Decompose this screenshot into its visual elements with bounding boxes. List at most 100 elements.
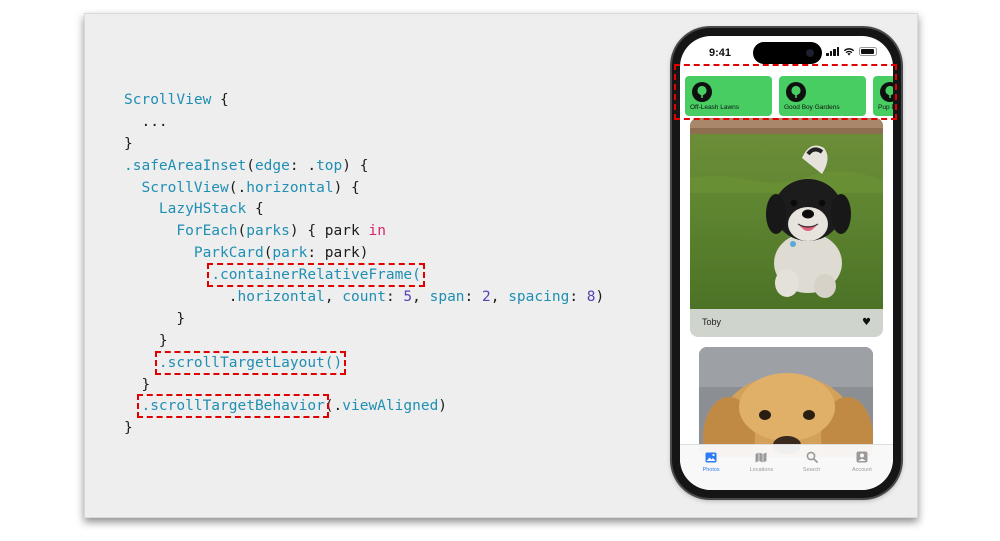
code-token: horizontal xyxy=(246,179,334,196)
search-icon xyxy=(788,450,836,464)
code-line: } xyxy=(124,375,604,397)
status-time: 9:41 xyxy=(709,47,732,59)
code-token: (. xyxy=(228,179,247,196)
code-token: ForEach xyxy=(176,223,238,240)
iphone-mockup: 9:41 Off-Leash Lawns Good Boy Gardens Pup … xyxy=(672,28,901,498)
tab-search[interactable]: Search xyxy=(788,450,836,490)
wifi-icon xyxy=(843,48,855,56)
heart-icon[interactable]: ♥ xyxy=(862,317,871,328)
code-line: ... xyxy=(124,112,604,134)
photo-name-label: Toby xyxy=(702,317,722,327)
tree-icon xyxy=(692,82,712,102)
code-line: .horizontal, count: 5, span: 2, spacing:… xyxy=(124,287,605,309)
battery-icon xyxy=(859,47,877,56)
code-token: , xyxy=(490,289,509,306)
tab-label: Locations xyxy=(749,467,774,473)
park-card[interactable]: Good Boy Gardens xyxy=(779,76,866,116)
code-token: , xyxy=(412,289,430,306)
code-token: ScrollView xyxy=(124,92,212,108)
park-cards-row[interactable]: Off-Leash Lawns Good Boy Gardens Pup Playg… xyxy=(685,72,893,120)
code-line: } xyxy=(124,418,604,440)
code-token: { xyxy=(211,92,229,108)
code-line: } xyxy=(124,331,604,353)
code-line: } xyxy=(124,309,604,331)
code-line: ScrollView(.horizontal) { xyxy=(124,178,604,200)
park-card-label: Pup Playgro xyxy=(878,104,893,111)
code-token: 2 xyxy=(482,289,491,306)
code-token: : . xyxy=(289,157,317,174)
code-token: ) { xyxy=(342,157,369,174)
code-line: LazyHStack { xyxy=(124,199,604,221)
code-token: edge xyxy=(254,157,290,174)
code-token: horizontal xyxy=(237,289,325,306)
code-token: { xyxy=(246,201,264,218)
code-token: span xyxy=(429,289,465,306)
code-line: .containerRelativeFrame( xyxy=(124,263,604,288)
tab-bar: Photos Locations Search Account xyxy=(680,444,893,490)
code-token: . xyxy=(124,289,238,306)
map-icon xyxy=(737,450,785,464)
code-token: , xyxy=(324,289,343,306)
dog-photo xyxy=(690,118,883,309)
code-token: top xyxy=(316,157,343,174)
photo-card-2[interactable] xyxy=(699,347,873,457)
code-token: ( xyxy=(246,157,255,174)
tab-locations[interactable]: Locations xyxy=(737,450,785,490)
code-token: viewAligned xyxy=(342,398,439,415)
tab-label: Search xyxy=(802,467,821,473)
golden-retriever-photo xyxy=(699,347,873,457)
cellular-signal-icon xyxy=(826,47,839,56)
code-line: .scrollTargetBehavior(.viewAligned) xyxy=(124,394,604,419)
code-token: : xyxy=(569,289,587,306)
park-card-label: Good Boy Gardens xyxy=(784,104,840,111)
code-line: ParkCard(park: park) xyxy=(124,243,604,265)
code-token: : xyxy=(464,289,482,306)
code-token: park xyxy=(272,245,308,262)
highlighted-code-token: .scrollTargetBehavior xyxy=(137,394,329,419)
status-bar: 9:41 xyxy=(680,36,893,72)
code-token: : park) xyxy=(307,245,369,262)
code-token: in xyxy=(368,223,386,240)
code-token: .safeAreaInset xyxy=(124,157,247,174)
tree-icon xyxy=(786,82,806,102)
highlighted-code-token: .containerRelativeFrame( xyxy=(207,263,425,288)
code-token: : xyxy=(385,289,404,306)
phone-screen: 9:41 Off-Leash Lawns Good Boy Gardens Pup … xyxy=(680,36,893,490)
code-token: ParkCard xyxy=(193,245,264,262)
photo-card[interactable]: Toby ♥ xyxy=(690,118,883,337)
code-token: ( xyxy=(237,223,247,240)
account-icon xyxy=(838,450,886,464)
code-token: ) xyxy=(438,398,448,415)
tab-label: Account xyxy=(851,467,872,473)
dynamic-island xyxy=(753,42,822,64)
code-line: .safeAreaInset(edge: .top) { xyxy=(124,156,604,178)
code-token: count xyxy=(342,289,386,306)
code-token: 5 xyxy=(403,289,413,306)
code-token: } xyxy=(124,420,133,437)
code-token: ScrollView xyxy=(141,179,229,196)
code-line: .scrollTargetLayout() xyxy=(124,350,604,375)
highlighted-code-token: .scrollTargetLayout() xyxy=(154,350,347,375)
tab-account[interactable]: Account xyxy=(838,450,886,490)
code-line: ForEach(parks) { park in xyxy=(124,221,604,243)
code-token: spacing xyxy=(508,289,570,306)
code-token: } xyxy=(124,332,168,349)
tab-label: Photos xyxy=(702,467,720,473)
code-token: LazyHStack xyxy=(158,201,247,218)
code-token: 8 xyxy=(586,289,596,306)
code-token: parks xyxy=(246,223,290,240)
park-card[interactable]: Off-Leash Lawns xyxy=(685,76,772,116)
code-token: ) { xyxy=(333,179,360,196)
code-listing: ScrollView { ...} .safeAreaInset(edge: .t… xyxy=(124,90,604,440)
park-card[interactable]: Pup Playgro xyxy=(873,76,893,116)
park-card-label: Off-Leash Lawns xyxy=(690,104,740,111)
tab-photos[interactable]: Photos xyxy=(687,450,735,490)
code-token: ... xyxy=(124,113,168,130)
tree-icon xyxy=(880,82,893,102)
code-token: (. xyxy=(324,398,343,415)
